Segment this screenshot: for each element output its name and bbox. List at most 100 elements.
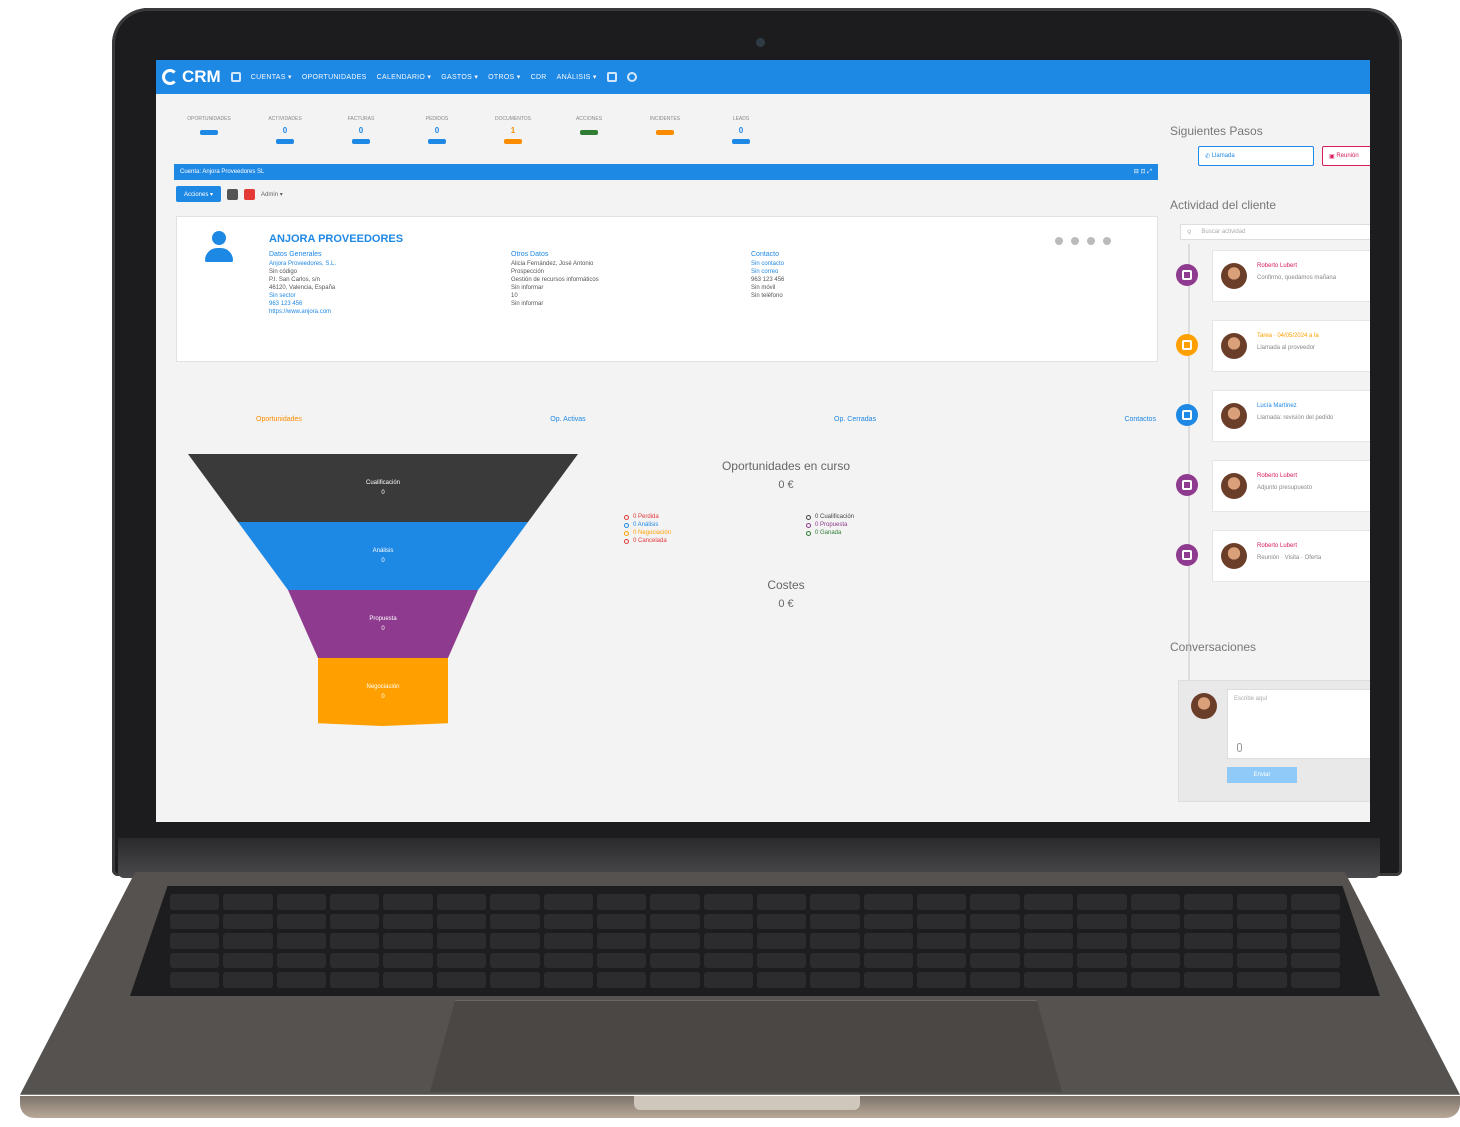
tab-op-activas[interactable]: Op. Activas <box>550 416 585 423</box>
right-panel: Siguientes Pasos ✆ Llamada ▣ Reunión Act… <box>1158 94 1370 822</box>
legend-dot-icon <box>806 522 811 528</box>
actions-button[interactable]: Acciones ▾ <box>176 186 222 202</box>
activity-item[interactable]: Tarea · 04/05/2024 a la Llamada al provee… <box>1176 320 1370 372</box>
sales-funnel: Cualificación 0 Análisis 0 Propuesta 0 Negocia… <box>188 454 578 744</box>
keyboard-key <box>756 952 807 969</box>
nav-oportunidades[interactable]: OPORTUNIDADES <box>302 74 367 81</box>
col3-line[interactable]: Sin contacto <box>751 261 784 267</box>
activity-item[interactable]: Roberto Lubert Adjunto presupuesto <box>1176 460 1370 512</box>
conversation-input[interactable]: Escribe aquí <box>1227 689 1370 759</box>
stat-indicator <box>656 130 674 135</box>
owner-dropdown[interactable]: Admin ▾ <box>261 191 283 198</box>
activity-author[interactable]: Tarea · 04/05/2024 a la <box>1257 333 1319 339</box>
funnel-stage-3[interactable]: Negociación 0 <box>318 658 448 726</box>
grid-icon[interactable] <box>230 72 241 82</box>
activity-search-input[interactable]: Buscar actividad <box>1201 229 1245 235</box>
keyboard-key <box>436 933 487 949</box>
keyboard-key <box>756 894 807 910</box>
attach-icon[interactable] <box>1237 743 1242 752</box>
funnel-stage-2[interactable]: Propuesta 0 <box>288 590 478 658</box>
tab-contactos[interactable]: Contactos <box>1124 416 1156 423</box>
send-button[interactable]: Enviar <box>1227 767 1297 783</box>
funnel-stage-0[interactable]: Cualificación 0 <box>188 454 578 522</box>
stat-3[interactable]: PEDIDOS 0 <box>406 116 468 144</box>
activity-card[interactable]: Roberto Lubert Reunión · Visita · Oferta <box>1212 530 1370 582</box>
activity-message: Reunión · Visita · Oferta <box>1257 555 1322 561</box>
legend-item: 0 Propuesta <box>806 522 854 528</box>
logo-ring-icon <box>162 69 178 85</box>
tool-icon[interactable] <box>1103 237 1111 245</box>
stat-1[interactable]: ACTIVIDADES 0 <box>254 116 316 144</box>
edit-icon[interactable] <box>227 188 239 200</box>
keyboard-key <box>1237 913 1287 930</box>
call-button[interactable]: ✆ Llamada <box>1198 146 1314 166</box>
activity-item[interactable]: Roberto Lubert Confirmo, quedamos mañana <box>1176 250 1370 302</box>
col1-line[interactable]: 963 123 456 <box>269 301 336 307</box>
stat-6[interactable]: INCIDENTES <box>634 116 696 144</box>
call-button-label: Llamada <box>1211 153 1235 159</box>
nav-gastos[interactable]: GASTOS ▾ <box>441 73 478 81</box>
keyboard-key <box>543 894 593 910</box>
stat-indicator <box>428 139 446 144</box>
funnel-stage-value: 0 <box>381 694 385 700</box>
company-name[interactable]: ANJORA PROVEEDORES <box>269 233 403 245</box>
stat-5[interactable]: ACCIONES <box>558 116 620 144</box>
activity-card[interactable]: Roberto Lubert Adjunto presupuesto <box>1212 460 1370 512</box>
keyboard-key <box>1077 894 1127 910</box>
keyboard-key <box>1290 894 1340 910</box>
delete-icon[interactable] <box>244 188 256 200</box>
col1-line[interactable]: https://www.anjora.com <box>269 309 336 315</box>
logout-icon[interactable] <box>606 72 617 82</box>
stat-0[interactable]: OPORTUNIDADES <box>178 116 240 144</box>
crm-logo[interactable]: CRM <box>162 67 221 87</box>
col3-line[interactable]: Sin correo <box>751 269 784 275</box>
activity-type-icon <box>1176 474 1198 496</box>
tool-icon[interactable] <box>1087 237 1095 245</box>
filter-icon[interactable]: ⚲ <box>1187 229 1191 236</box>
conversations-title: Conversaciones <box>1170 640 1257 654</box>
tab-op-cerradas[interactable]: Op. Cerradas <box>834 416 876 423</box>
record-window-controls[interactable]: ⊟ ⊡ ⤢ <box>1134 168 1152 176</box>
activity-author[interactable]: Roberto Lubert <box>1257 263 1297 269</box>
activity-card[interactable]: Lucía Martínez Llamada: revisión del pedi… <box>1212 390 1370 442</box>
nav-otros[interactable]: OTROS ▾ <box>488 73 520 81</box>
keyboard-key <box>1290 913 1340 930</box>
stat-7[interactable]: LEADS 0 <box>710 116 772 144</box>
funnel-stage-1[interactable]: Análisis 0 <box>238 522 528 590</box>
stat-2[interactable]: FACTURAS 0 <box>330 116 392 144</box>
activity-card[interactable]: Roberto Lubert Confirmo, quedamos mañana <box>1212 250 1370 302</box>
keyboard-key <box>170 894 220 910</box>
keyboard-key <box>223 894 273 910</box>
tool-icon[interactable] <box>1055 237 1063 245</box>
settings-icon[interactable] <box>626 72 637 82</box>
keyboard-key <box>170 933 220 949</box>
laptop-mockup: CRM CUENTAS ▾ OPORTUNIDADES CALENDARIO ▾… <box>0 0 1460 1127</box>
col1-line[interactable]: Sin sector <box>269 293 336 299</box>
keyboard-key <box>970 894 1020 910</box>
legend-dot-icon <box>806 530 811 536</box>
activity-search[interactable]: ⚲ Buscar actividad <box>1180 224 1370 240</box>
activity-card[interactable]: Tarea · 04/05/2024 a la Llamada al provee… <box>1212 320 1370 372</box>
nav-calendario[interactable]: CALENDARIO ▾ <box>377 73 432 81</box>
nav-cuentas[interactable]: CUENTAS ▾ <box>251 73 292 81</box>
activity-item[interactable]: Roberto Lubert Reunión · Visita · Oferta <box>1176 530 1370 582</box>
col1-line[interactable]: Anjora Proveedores, S.L. <box>269 261 336 267</box>
keyboard-key <box>970 952 1020 969</box>
stat-4[interactable]: DOCUMENTOS 1 <box>482 116 544 144</box>
nav-cdr[interactable]: CDR <box>531 74 547 81</box>
contact-header: Contacto <box>751 251 780 258</box>
tool-icon[interactable] <box>1071 237 1079 245</box>
activity-author[interactable]: Roberto Lubert <box>1257 473 1297 479</box>
keyboard-key <box>917 894 967 910</box>
tab-oportunidades[interactable]: Oportunidades <box>256 416 302 423</box>
keyboard-key <box>703 913 753 930</box>
keyboard-key <box>1077 972 1127 988</box>
activity-author[interactable]: Lucía Martínez <box>1257 403 1297 409</box>
meeting-button[interactable]: ▣ Reunión <box>1322 146 1370 166</box>
nav-analisis[interactable]: ANÁLISIS ▾ <box>557 73 597 81</box>
activity-item[interactable]: Lucía Martínez Llamada: revisión del pedi… <box>1176 390 1370 442</box>
keyboard-key <box>863 913 914 930</box>
record-toolbar: Acciones ▾ Admin ▾ <box>176 186 283 202</box>
activity-author[interactable]: Roberto Lubert <box>1257 543 1297 549</box>
stat-label: OPORTUNIDADES <box>187 116 231 122</box>
